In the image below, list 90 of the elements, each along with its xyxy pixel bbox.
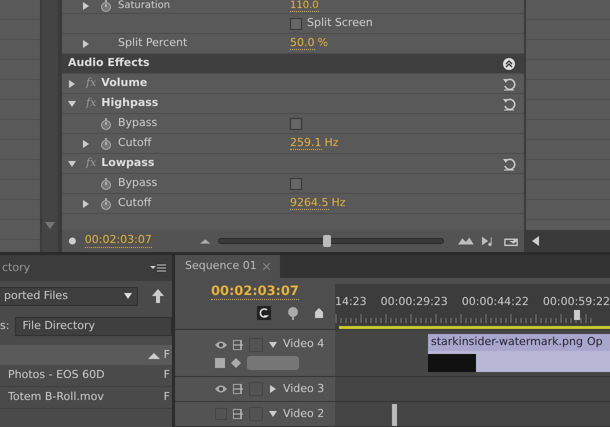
reset-icon[interactable] [502,96,516,110]
expand-triangle-icon[interactable] [68,80,76,88]
checkbox[interactable] [290,178,302,190]
expand-triangle-icon[interactable] [82,140,90,148]
timecode[interactable]: 00:02:03:07 [84,234,152,248]
parameter-value[interactable]: 110.0 [290,0,319,12]
parameter-value[interactable]: 259.1 [290,136,322,150]
zoom-out-icon[interactable] [200,237,210,245]
keyframe-icon[interactable] [230,358,241,368]
dropdown-caret-icon [122,292,133,300]
eye-icon[interactable] [214,385,227,393]
unit-label: % [318,35,328,52]
stopwatch-icon[interactable] [100,118,112,130]
view-field[interactable]: File Directory [15,316,172,336]
effect-name: Volume [101,75,148,92]
ruler-label: 00:00:59:22 [542,294,610,310]
scrollbar[interactable] [42,0,58,252]
filter-dropdown[interactable]: ported Files [0,286,138,306]
marker-icon[interactable] [68,236,77,246]
collapse-triangle-icon[interactable] [268,340,277,348]
track-name: Video 2 [282,406,324,422]
film-icon[interactable] [232,409,243,419]
fx-toggle[interactable]: fx [86,75,96,92]
checkbox[interactable] [290,118,302,130]
video-thumbnail [428,354,476,372]
collapse-icon[interactable] [502,56,516,70]
ruler-label: 00:00:44:22 [462,294,529,310]
stopwatch-icon[interactable] [100,0,112,12]
film-icon[interactable] [232,384,243,394]
fx-toggle[interactable]: fx [86,155,96,172]
timecode[interactable]: 00:02:03:07 [210,284,299,300]
edit-marker [392,404,397,426]
eye-icon[interactable] [214,340,227,348]
zoom-slider[interactable] [218,238,444,244]
checkbox[interactable] [290,18,302,30]
checkbox-label: Split Screen [307,15,373,32]
parameter-label: Bypass [118,175,158,192]
parameter-value[interactable]: 50.0 [290,36,314,50]
display-style-icon[interactable] [214,358,225,368]
expand-triangle-icon[interactable] [82,40,90,48]
expand-triangle-icon[interactable] [82,200,90,208]
file-name[interactable]: Photos - EOS 60D [8,367,105,384]
unit-label: Hz [332,195,346,212]
parameter-label: Saturation [118,1,170,11]
zoom-in-icon[interactable] [458,236,474,246]
parameter-label: Cutoff [118,195,152,212]
scroll-left-icon[interactable] [532,236,540,246]
column-header: F [0,345,172,365]
unit-label: Hz [324,135,339,152]
stopwatch-icon[interactable] [100,178,112,190]
video-clip[interactable]: starkinsider-watermark.png Op [428,334,610,372]
file-name[interactable]: Totem B-Roll.mov [8,389,104,406]
ruler-label: 14:23 [334,294,367,310]
horizontal-scrollbar[interactable] [526,230,610,252]
collapse-triangle-icon[interactable] [68,160,76,168]
effect-name: Highpass [101,95,158,112]
playhead-handle[interactable] [574,310,580,320]
keyframe-icon[interactable] [314,308,323,318]
parameter-value[interactable]: 9264.5 [290,196,328,210]
panel-tab[interactable]: ctory [2,260,30,276]
collapse-triangle-icon[interactable] [268,410,277,418]
up-arrow-icon[interactable] [152,289,164,303]
file-type: F [164,367,170,384]
expand-triangle-icon[interactable] [268,385,277,393]
panel-menu-icon[interactable] [150,264,166,272]
reset-icon[interactable] [502,156,516,170]
film-icon[interactable] [232,340,243,350]
section-title: Audio Effects [68,55,150,72]
stopwatch-icon[interactable] [100,198,112,210]
snap-icon[interactable] [256,306,271,320]
file-type: F [164,389,170,406]
parameter-label: Split Percent [118,35,188,52]
sequence-tab[interactable]: Sequence 01 [174,255,280,278]
view-label: s: [0,318,10,334]
effect-name: Lowpass [101,155,154,172]
stopwatch-icon[interactable] [100,138,112,150]
reset-icon[interactable] [502,76,516,90]
ruler-label: 00:00:29:23 [380,294,448,310]
track-name: Video 4 [282,336,324,352]
clip-label: Op [586,334,603,350]
clip-name: starkinsider-watermark.png [430,334,583,350]
fx-toggle[interactable]: fx [86,95,96,112]
marker-icon[interactable] [286,306,299,320]
track-name: Video 3 [282,380,324,397]
expand-triangle-icon[interactable] [82,2,90,10]
parameter-label: Cutoff [118,135,152,152]
sort-ascending-icon[interactable] [148,352,160,358]
parameter-label: Bypass [118,115,158,132]
close-icon[interactable] [262,262,270,270]
collapse-triangle-icon[interactable] [68,100,76,108]
